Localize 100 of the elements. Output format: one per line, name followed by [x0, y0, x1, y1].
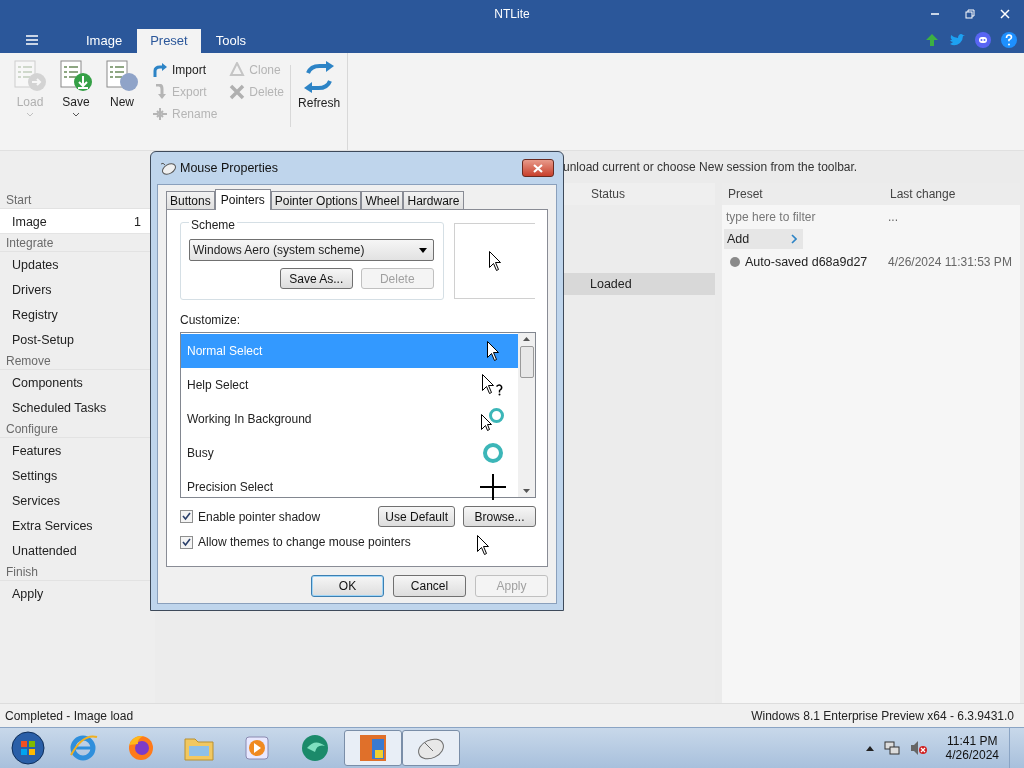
sidebar-item[interactable]: Features — [0, 438, 150, 463]
ribbon-button[interactable]: New — [102, 60, 142, 124]
ribbon-tab[interactable]: Image — [73, 29, 136, 53]
chevron-icon — [791, 234, 798, 244]
start-button[interactable] — [10, 730, 46, 766]
ribbon-button[interactable]: Import — [150, 60, 220, 80]
scroll-down-icon[interactable] — [523, 489, 530, 493]
busy-pointer-icon — [482, 442, 504, 464]
checkbox[interactable]: Enable pointer shadow — [180, 509, 321, 524]
document-circle-icon — [105, 60, 139, 92]
sidebar-item[interactable]: Updates — [0, 252, 150, 277]
dialog-tab[interactable]: Buttons — [166, 191, 215, 209]
dialog-tab[interactable]: Pointer Options — [270, 191, 362, 209]
menu-icon[interactable] — [26, 35, 38, 45]
ribbon-tab[interactable]: Tools — [202, 29, 260, 53]
arrow-pointer-icon — [488, 251, 501, 271]
up-caret-icon[interactable] — [865, 745, 874, 751]
list-item[interactable]: Precision Select — [181, 470, 518, 504]
checkbox[interactable]: Allow themes to change mouse pointers — [180, 535, 535, 549]
status-dot-icon — [730, 257, 740, 267]
sidebar-item[interactable]: Settings — [0, 463, 150, 488]
table-row[interactable]: Loaded — [562, 273, 715, 295]
dialog-button[interactable]: Cancel — [393, 575, 466, 597]
dialog-tab[interactable]: Wheel — [361, 191, 404, 209]
group-label: Scheme — [189, 218, 238, 232]
dialog-tab[interactable]: Pointers — [214, 189, 271, 210]
refresh-button[interactable]: Refresh — [295, 53, 344, 110]
chat-bubble-icon[interactable] — [975, 32, 991, 48]
scheme-dropdown[interactable]: Windows Aero (system scheme) — [189, 239, 434, 261]
help-icon[interactable] — [1001, 32, 1017, 48]
close-icon — [533, 163, 543, 173]
dialog-button[interactable]: Save As... — [279, 268, 353, 289]
checkmark-icon — [182, 537, 191, 547]
clock-time[interactable]: 11:41 PM — [947, 734, 998, 748]
column-header: Last change — [890, 187, 956, 201]
sidebar-item[interactable]: Drivers — [0, 277, 150, 302]
document-arrow-icon — [13, 60, 47, 92]
status-text: Completed - Image load — [5, 708, 134, 723]
dialog-button[interactable]: Browse... — [463, 506, 536, 527]
crosshair-pointer-icon — [480, 474, 506, 500]
add-button[interactable]: Add — [724, 229, 804, 249]
up-arrow-icon[interactable] — [925, 33, 939, 47]
mouse-cursor-icon — [477, 535, 489, 555]
globe-icon[interactable] — [299, 733, 331, 763]
sidebar-item[interactable]: Components — [0, 370, 150, 395]
sidebar-item[interactable]: Image 1 — [0, 209, 150, 234]
ntlite-app-icon[interactable] — [358, 733, 388, 763]
rename-icon — [152, 106, 168, 122]
fox-globe-icon[interactable] — [126, 733, 156, 763]
sidebar-item[interactable]: Services — [0, 488, 150, 513]
mouse-icon — [160, 161, 176, 175]
taskbar-button[interactable] — [402, 730, 460, 766]
close-icon[interactable] — [1000, 9, 1010, 19]
filter-field[interactable]: type here to filter — [726, 208, 888, 226]
clone-icon — [229, 62, 246, 78]
dialog-button[interactable]: OK — [311, 575, 384, 597]
network-icon[interactable] — [883, 740, 900, 756]
sidebar-item[interactable]: Extra Services — [0, 513, 150, 538]
arrow-pointer-icon — [487, 341, 499, 361]
window-title: NTLite — [494, 7, 530, 21]
version-text: Windows 8.1 Enterprise Preview x64 - 6.3.9431.0 — [751, 708, 1014, 723]
restore-icon[interactable] — [965, 9, 975, 19]
sidebar-item[interactable]: Apply — [0, 581, 150, 606]
info-message: unload current or choose New session from the toolbar. — [563, 160, 858, 174]
preset-name: Auto-saved d68a9d27 — [745, 255, 868, 269]
sidebar-item[interactable]: Registry — [0, 302, 150, 327]
column-header: Preset — [728, 187, 764, 201]
column-header: Status — [591, 187, 626, 201]
working-pointer-icon — [481, 407, 505, 431]
browser-e-icon[interactable] — [68, 733, 98, 763]
checkmark-icon — [182, 512, 191, 521]
scroll-up-icon[interactable] — [523, 337, 530, 341]
preset-row[interactable]: Auto-saved d68a9d27 4/26/2024 11:31:53 PM — [722, 249, 1020, 275]
list-item[interactable]: Busy — [181, 436, 518, 470]
bird-icon[interactable] — [949, 33, 965, 47]
scroll-thumb[interactable] — [519, 346, 534, 378]
delete-icon — [229, 84, 246, 100]
sidebar-item[interactable]: Scheduled Tasks — [0, 395, 150, 420]
dialog-title: Mouse Properties — [180, 161, 278, 175]
curved-arrow-icon — [152, 62, 168, 78]
ribbon-button[interactable]: Save — [56, 60, 96, 124]
ribbon-tab[interactable]: Preset — [137, 29, 201, 53]
help-pointer-icon — [482, 374, 504, 396]
list-label: Customize: — [180, 313, 242, 327]
muted-speaker-icon[interactable] — [909, 740, 928, 756]
date-filter-field[interactable]: ... — [888, 210, 898, 224]
clock-date[interactable]: 4/26/2024 — [945, 748, 999, 762]
taskbar-button[interactable] — [344, 730, 402, 766]
sidebar-item[interactable]: Post-Setup — [0, 327, 150, 352]
scrollbar[interactable] — [518, 333, 535, 497]
dialog-tab[interactable]: Hardware — [403, 191, 464, 209]
sidebar-item[interactable]: Unattended — [0, 538, 150, 563]
close-button[interactable] — [522, 159, 554, 177]
document-download-icon — [59, 60, 93, 92]
media-player-icon[interactable] — [243, 734, 271, 762]
dialog-button[interactable]: Use Default — [378, 506, 455, 527]
chevron-icon — [26, 112, 34, 117]
list-item[interactable]: Working In Background — [181, 402, 518, 436]
list-item[interactable]: Help Select — [181, 368, 518, 402]
chevron-icon — [72, 112, 80, 117]
